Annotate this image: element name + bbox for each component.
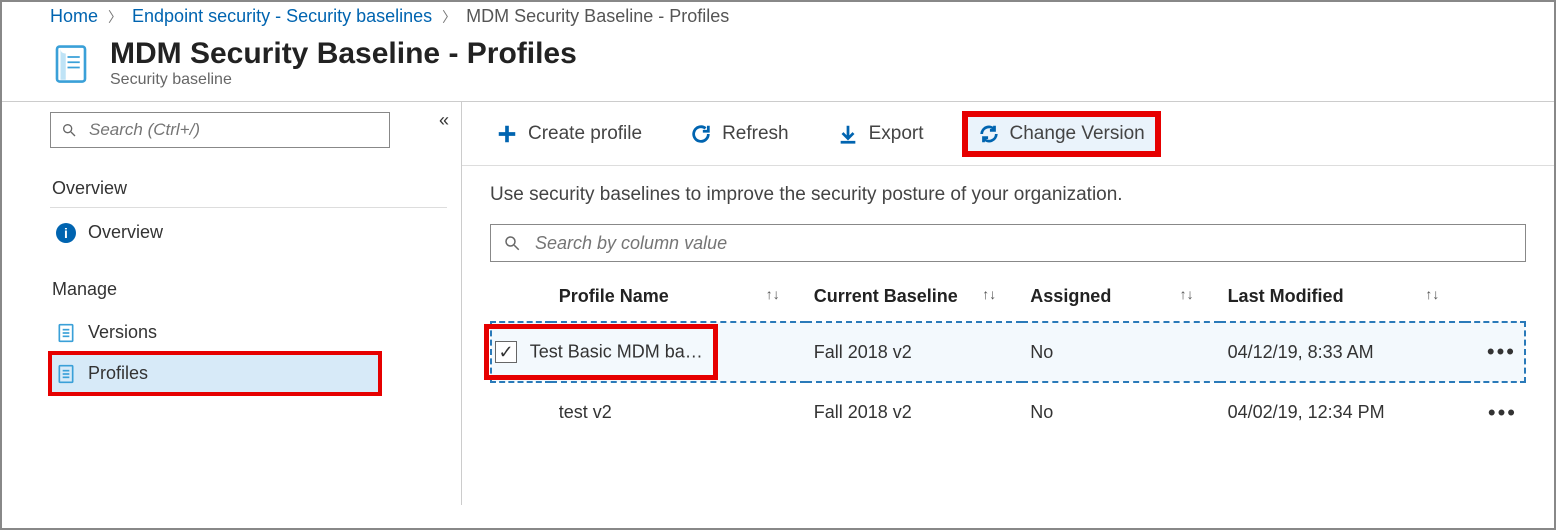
col-header-modified[interactable]: Last Modified↑↓: [1220, 276, 1466, 322]
column-search[interactable]: [490, 224, 1526, 262]
page-title: MDM Security Baseline - Profiles: [110, 37, 577, 71]
cell-modified: 04/02/19, 12:34 PM: [1220, 382, 1466, 442]
refresh-button[interactable]: Refresh: [680, 117, 799, 151]
search-icon: [503, 234, 521, 252]
toolbar-label: Export: [869, 123, 924, 145]
toolbar-label: Refresh: [722, 123, 789, 145]
refresh-icon: [690, 123, 712, 145]
table-row[interactable]: test v2 Fall 2018 v2 No 04/02/19, 12:34 …: [491, 382, 1525, 442]
cell-modified: 04/12/19, 8:33 AM: [1220, 322, 1466, 382]
export-button[interactable]: Export: [827, 117, 934, 151]
highlight-change-version: Change Version: [962, 111, 1161, 157]
breadcrumb-current: MDM Security Baseline - Profiles: [466, 6, 729, 27]
sync-icon: [978, 123, 1000, 145]
sort-icon: ↑↓: [982, 286, 996, 302]
col-header-name[interactable]: Profile Name↑↓: [551, 276, 806, 322]
toolbar-label: Create profile: [528, 123, 642, 145]
sidebar-item-overview[interactable]: i Overview: [50, 212, 447, 253]
table-row[interactable]: ✓ Test Basic MDM ba… Fall 2018 v2 No 04/…: [491, 322, 1525, 382]
sidebar: « Overview i Overview Manage Versions Pr…: [2, 102, 462, 505]
cell-name: Test Basic MDM ba…: [530, 342, 703, 362]
row-checkbox[interactable]: ✓: [495, 341, 517, 363]
sidebar-search[interactable]: [50, 112, 390, 148]
sidebar-section-manage: Manage: [50, 271, 447, 308]
sidebar-item-label: Overview: [88, 222, 163, 243]
highlight-row-name: ✓ Test Basic MDM ba…: [484, 324, 718, 380]
intro-text: Use security baselines to improve the se…: [490, 184, 1526, 206]
download-icon: [837, 123, 859, 145]
page-header: MDM Security Baseline - Profiles Securit…: [2, 33, 1554, 101]
breadcrumb: Home 〉 Endpoint security - Security base…: [2, 2, 1554, 33]
sidebar-item-versions[interactable]: Versions: [50, 312, 447, 353]
sidebar-item-label: Profiles: [88, 363, 148, 384]
document-icon: [56, 364, 76, 384]
column-search-input[interactable]: [533, 232, 1525, 255]
sidebar-item-label: Versions: [88, 322, 157, 343]
breadcrumb-link-home[interactable]: Home: [50, 6, 98, 27]
sort-icon: ↑↓: [766, 286, 780, 302]
table-header-row: Profile Name↑↓ Current Baseline↑↓ Assign…: [491, 276, 1525, 322]
profiles-table: Profile Name↑↓ Current Baseline↑↓ Assign…: [490, 276, 1526, 442]
col-header-assigned[interactable]: Assigned↑↓: [1022, 276, 1219, 322]
cell-baseline: Fall 2018 v2: [806, 382, 1023, 442]
document-icon: [56, 323, 76, 343]
cell-assigned: No: [1022, 322, 1219, 382]
col-header-baseline[interactable]: Current Baseline↑↓: [806, 276, 1023, 322]
collapse-sidebar-icon[interactable]: «: [439, 110, 449, 131]
cell-name: test v2: [551, 382, 806, 442]
page-subtitle: Security baseline: [110, 71, 577, 89]
sidebar-section-overview: Overview: [50, 170, 447, 208]
baseline-icon: [50, 43, 92, 85]
toolbar: Create profile Refresh Export Change Ver…: [462, 102, 1554, 166]
sidebar-search-input[interactable]: [87, 119, 389, 141]
main-panel: Create profile Refresh Export Change Ver…: [462, 102, 1554, 505]
change-version-button[interactable]: Change Version: [968, 117, 1155, 151]
row-actions-button[interactable]: •••: [1465, 382, 1525, 442]
breadcrumb-link-endpoint[interactable]: Endpoint security - Security baselines: [132, 6, 432, 27]
create-profile-button[interactable]: Create profile: [486, 117, 652, 151]
cell-baseline: Fall 2018 v2: [806, 322, 1023, 382]
search-icon: [61, 122, 77, 138]
row-actions-button[interactable]: •••: [1465, 322, 1525, 382]
sort-icon: ↑↓: [1180, 286, 1194, 302]
sort-icon: ↑↓: [1425, 286, 1439, 302]
sidebar-item-profiles[interactable]: Profiles: [50, 353, 380, 394]
cell-assigned: No: [1022, 382, 1219, 442]
toolbar-label: Change Version: [1010, 123, 1145, 145]
row-checkbox[interactable]: [503, 399, 525, 421]
info-icon: i: [56, 223, 76, 243]
chevron-right-icon: 〉: [442, 7, 456, 27]
chevron-right-icon: 〉: [108, 7, 122, 27]
plus-icon: [496, 123, 518, 145]
